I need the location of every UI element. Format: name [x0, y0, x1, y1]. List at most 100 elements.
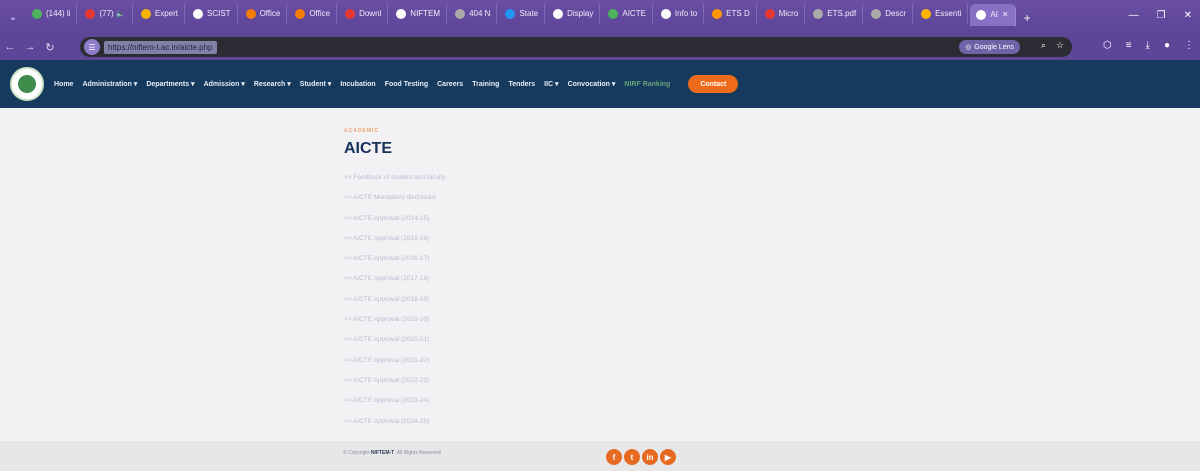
tab-label: Office [259, 9, 281, 18]
browser-tab[interactable]: Expert [135, 3, 185, 24]
nav-item[interactable]: Research ▾ [254, 80, 291, 88]
browser-tab[interactable]: SCIST [187, 3, 238, 24]
aicte-link[interactable]: >> AICTE Approval (2020-21) [344, 330, 744, 350]
contact-button[interactable]: Contact [688, 75, 739, 93]
tab-favicon-icon [976, 9, 987, 20]
new-tab-icon[interactable]: + [1024, 11, 1031, 25]
nav-item[interactable]: Student ▾ [300, 80, 332, 88]
tab-label: Expert [154, 9, 178, 18]
browser-tab[interactable]: (144) li [26, 3, 78, 24]
copyright-brand: NIFTEM-T [370, 450, 395, 456]
aicte-link[interactable]: >> AICTE Mandatory disclosure [344, 188, 744, 208]
tab-favicon-icon [764, 8, 775, 19]
aicte-link[interactable]: >> Feedback of student and faculty [344, 168, 744, 188]
window-controls: — ❐ ✕ [1129, 10, 1192, 21]
tab-search-icon[interactable]: ⌄ [0, 0, 26, 34]
aicte-link[interactable]: >> AICTE Approval (2015-16) [344, 229, 744, 249]
aicte-link[interactable]: >> AICTE Approval (2024-25) [344, 412, 744, 432]
tab-label: NIFTEM [410, 9, 441, 18]
browser-tab[interactable]: State [499, 3, 546, 24]
lens-label: Google Lens [974, 43, 1014, 51]
reload-icon[interactable]: ↻ [40, 41, 60, 54]
profile-icon[interactable]: ● [1164, 40, 1170, 51]
browser-tab[interactable]: NIFTEM [390, 3, 448, 24]
tab-favicon-icon [85, 8, 96, 19]
nav-item[interactable]: Incubation [340, 81, 375, 88]
browser-tab[interactable]: ETS.pdf [807, 3, 864, 24]
google-lens-button[interactable]: ◎ Google Lens [959, 40, 1020, 54]
browser-tab[interactable]: Downl [339, 3, 389, 24]
copyright-prefix: © Copyright [343, 450, 370, 456]
nav-item[interactable]: Training [472, 81, 499, 88]
address-bar[interactable]: ☰ https://niftem-t.ac.in/aicte.php ◎ Goo… [80, 37, 1072, 57]
minimize-icon[interactable]: — [1129, 10, 1139, 21]
linkedin-icon[interactable]: in [642, 449, 658, 465]
tab-label: AI [990, 10, 998, 19]
nav-item[interactable]: Careers [437, 81, 463, 88]
aicte-link[interactable]: >> AICTE Approval (2022-23) [344, 371, 744, 391]
aicte-link[interactable]: >> AICTE Approval (2017-18) [344, 269, 744, 289]
nav-item[interactable]: Departments ▾ [146, 80, 194, 88]
browser-tab[interactable]: AICTE [602, 3, 653, 24]
browser-tab[interactable]: 404 N [449, 3, 498, 24]
tab-favicon-icon [505, 8, 516, 19]
browser-tab[interactable]: Info to [655, 3, 705, 24]
bookmark-star-icon[interactable]: ☆ [1056, 40, 1064, 51]
nav-item[interactable]: Administration ▾ [82, 80, 137, 88]
omnibox-actions: ⌕ ☆ [1041, 40, 1064, 51]
nav-item[interactable]: NIRF Ranking [624, 81, 670, 88]
site-logo[interactable] [10, 67, 44, 101]
site-header: Home Administration ▾ Departments ▾ Admissi… [0, 60, 1200, 108]
link-list: >> Feedback of student and faculty >> AIC… [344, 168, 744, 432]
main-content: ACADEMIC AICTE >> Feedback of student an… [344, 128, 744, 432]
browser-tab[interactable]: ETS D [706, 3, 757, 24]
maximize-icon[interactable]: ❐ [1157, 10, 1166, 21]
page-title: AICTE [344, 140, 392, 157]
url-text[interactable]: https://niftem-t.ac.in/aicte.php [104, 40, 217, 54]
extensions-icon[interactable]: ⬡ [1103, 40, 1112, 51]
close-window-icon[interactable]: ✕ [1184, 10, 1192, 21]
tab-label: ETS.pdf [827, 9, 857, 18]
aicte-link[interactable]: >> AICTE Approval (2018-19) [344, 290, 744, 310]
copyright-text: © Copyright NIFTEM-T. All Rights Reserve… [343, 450, 441, 456]
nav-item[interactable]: Admission ▾ [204, 80, 245, 88]
browser-tab[interactable]: Office [240, 3, 288, 24]
tab-label: Office [309, 9, 331, 18]
nav-item[interactable]: Convocation ▾ [568, 80, 616, 88]
aicte-link[interactable]: >> AICTE Approval (2016-17) [344, 249, 744, 269]
nav-item[interactable]: Home [54, 81, 73, 88]
browser-tab[interactable]: (77) 🔈 [79, 3, 133, 24]
browser-tab[interactable]: Descr [865, 3, 914, 24]
nav-item[interactable]: Tenders [508, 81, 535, 88]
aicte-link[interactable]: >> AICTE Approval (2014-15) [344, 209, 744, 229]
browser-tab[interactable]: Office [289, 3, 338, 24]
browser-tab[interactable]: Display [547, 3, 601, 24]
aicte-link[interactable]: >> AICTE Approval (2021-22) [344, 351, 744, 371]
tab-label: Display [567, 9, 594, 18]
aicte-link[interactable]: >> AICTE Approval (2023-24) [344, 391, 744, 411]
site-info-icon[interactable]: ☰ [84, 39, 100, 55]
browser-tab[interactable]: Essenti [915, 3, 969, 24]
twitter-icon[interactable]: t [624, 449, 640, 465]
tab-favicon-icon [871, 8, 882, 19]
zoom-icon[interactable]: ⌕ [1041, 40, 1046, 51]
reading-list-icon[interactable]: ≡ [1126, 40, 1132, 51]
tab-favicon-icon [140, 8, 151, 19]
tab-favicon-icon [455, 8, 466, 19]
close-tab-icon[interactable]: ✕ [1002, 10, 1009, 19]
browser-tab[interactable]: Micro [759, 3, 806, 24]
download-icon[interactable]: ⤓ [1146, 40, 1150, 51]
youtube-icon[interactable]: ▶ [660, 449, 676, 465]
forward-icon[interactable]: → [20, 41, 40, 53]
aicte-link[interactable]: >> AICTE Approval (2019-20) [344, 310, 744, 330]
back-icon[interactable]: ← [0, 41, 20, 53]
browser-tab[interactable]: AI ✕ [970, 3, 1016, 26]
tab-label: ETS D [726, 9, 750, 18]
lens-icon: ◎ [965, 44, 972, 51]
menu-icon[interactable]: ⋮ [1184, 40, 1194, 51]
nav-item[interactable]: IIC ▾ [544, 80, 558, 88]
tab-favicon-icon [921, 8, 932, 19]
tab-favicon-icon [553, 8, 564, 19]
nav-item[interactable]: Food Testing [385, 81, 428, 88]
facebook-icon[interactable]: f [606, 449, 622, 465]
